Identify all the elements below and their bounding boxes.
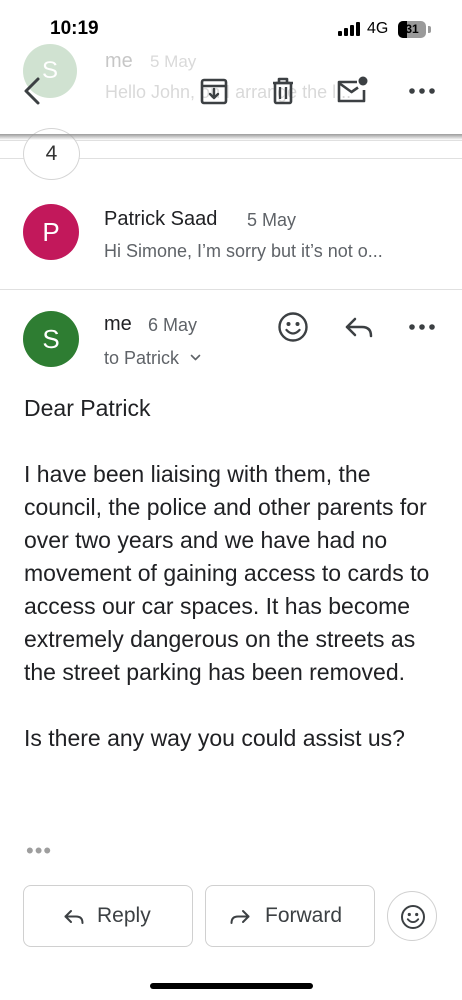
reply-label: Reply	[97, 904, 151, 927]
body-paragraph: Is there any way you could assist us?	[24, 725, 405, 751]
signal-icon	[338, 22, 360, 36]
toolbar	[0, 44, 462, 136]
message-snippet: Hi Simone, I’m sorry but it’s not o...	[104, 241, 383, 261]
message-body: Dear Patrick I have been liaising with t…	[24, 392, 444, 755]
sender-name: Patrick Saad	[104, 208, 218, 230]
greeting: Dear Patrick	[24, 395, 151, 421]
forward-label: Forward	[265, 904, 343, 927]
forward-button[interactable]: Forward	[205, 885, 375, 947]
archive-icon[interactable]	[197, 74, 231, 108]
sender-name: me	[104, 313, 132, 335]
recipient-line: to Patrick	[104, 348, 180, 368]
battery-icon: 31	[398, 21, 426, 38]
avatar[interactable]: S	[23, 311, 79, 367]
body-paragraph: I have been liaising with them, the coun…	[24, 461, 430, 685]
delete-icon[interactable]	[266, 74, 300, 108]
chevron-down-icon	[190, 346, 201, 367]
home-indicator[interactable]	[150, 983, 313, 989]
forward-icon	[228, 905, 252, 929]
reply-icon[interactable]	[342, 310, 376, 344]
mark-unread-icon[interactable]	[335, 74, 369, 108]
status-bar: 10:19 4G 31	[0, 0, 462, 44]
emoji-reaction-icon[interactable]	[276, 310, 310, 344]
back-arrow-icon[interactable]	[16, 74, 50, 108]
battery-tip	[428, 26, 431, 33]
message-date: 5 May	[247, 210, 297, 230]
battery-level: 31	[405, 22, 419, 36]
avatar: P	[23, 204, 79, 260]
reply-button[interactable]: Reply	[23, 885, 193, 947]
more-options-icon[interactable]	[405, 74, 439, 108]
message-date: 6 May	[148, 315, 198, 335]
divider	[0, 289, 462, 290]
message-more-icon[interactable]	[405, 310, 439, 344]
reply-icon	[62, 905, 86, 929]
status-time: 10:19	[50, 18, 99, 39]
show-trimmed-content-button[interactable]: •••	[26, 838, 52, 864]
recipient-details-toggle[interactable]: to Patrick	[104, 346, 201, 369]
emoji-reaction-button[interactable]	[387, 891, 437, 941]
emoji-icon	[401, 905, 425, 929]
network-type: 4G	[367, 20, 389, 37]
